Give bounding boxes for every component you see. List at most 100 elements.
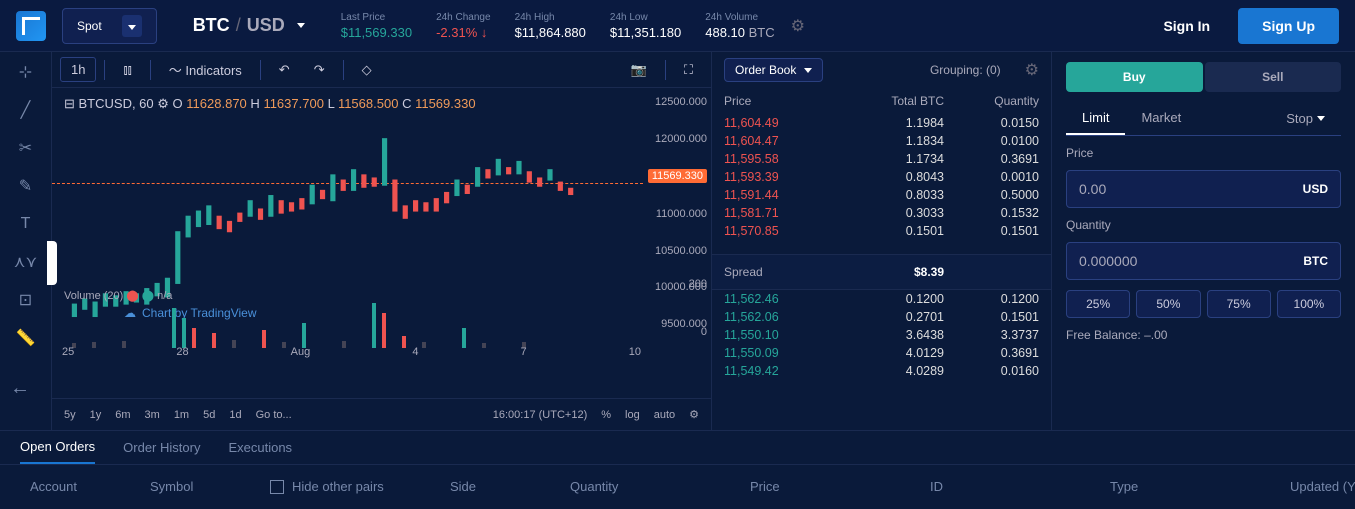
trendline-tool-icon[interactable]: ╱ <box>10 98 42 122</box>
bid-row[interactable]: 11,562.460.12000.1200 <box>712 290 1051 308</box>
volume-bars <box>62 298 622 348</box>
range-1d[interactable]: 1d <box>229 409 241 421</box>
hide-pairs-toggle[interactable]: Hide other pairs <box>270 479 410 494</box>
ask-row[interactable]: 11,604.471.18340.0100 <box>712 132 1051 150</box>
chevron-down-icon <box>804 68 812 73</box>
brush-tool-icon[interactable]: ✎ <box>10 174 42 198</box>
ask-row[interactable]: 11,593.390.80430.0010 <box>712 168 1051 186</box>
tab-order-history[interactable]: Order History <box>123 432 200 463</box>
chart-time: 16:00:17 (UTC+12) <box>493 409 587 421</box>
col-type[interactable]: Type <box>1110 479 1250 494</box>
fullscreen-icon[interactable]: ⛶ <box>674 58 703 82</box>
chart-canvas[interactable]: ⊟ BTCUSD, 60 ⚙ O 11628.870 H 11637.700 L… <box>52 88 711 398</box>
market-mode-selector[interactable]: Spot <box>62 8 157 44</box>
col-updated[interactable]: Updated (YY/MM/DD) <box>1290 479 1355 494</box>
tab-open-orders[interactable]: Open Orders <box>20 431 95 464</box>
last-price-value: $11,569.330 <box>341 25 412 40</box>
ask-row[interactable]: 11,570.850.15010.1501 <box>712 222 1051 240</box>
pattern-tool-icon[interactable]: ⋏⋎ <box>10 250 42 274</box>
col-side[interactable]: Side <box>450 479 530 494</box>
bid-row[interactable]: 11,550.103.64383.3737 <box>712 326 1051 344</box>
chart-footer: 5y 1y 6m 3m 1m 5d 1d Go to... 16:00:17 (… <box>52 398 711 430</box>
high-label: 24h High <box>515 12 586 23</box>
buy-tab[interactable]: Buy <box>1066 62 1203 92</box>
chart-settings-icon[interactable]: ⚙ <box>689 408 699 421</box>
pct-100-button[interactable]: 100% <box>1277 290 1341 318</box>
range-1m[interactable]: 1m <box>174 409 189 421</box>
bid-row[interactable]: 11,550.094.01290.3691 <box>712 344 1051 362</box>
back-arrow-icon[interactable]: ← <box>10 377 30 400</box>
bid-rows: 11,562.460.12000.120011,562.060.27010.15… <box>712 290 1051 430</box>
range-3m[interactable]: 3m <box>145 409 160 421</box>
range-5y[interactable]: 5y <box>64 409 76 421</box>
quantity-unit: BTC <box>1303 254 1328 268</box>
col-id[interactable]: ID <box>930 479 1070 494</box>
signup-button[interactable]: Sign Up <box>1238 8 1339 44</box>
volume-axis: 200 0 <box>647 278 707 338</box>
bid-row[interactable]: 11,562.060.27010.1501 <box>712 308 1051 326</box>
market-tab[interactable]: Market <box>1125 102 1197 135</box>
screenshot-icon[interactable]: 📷 <box>621 58 657 82</box>
chart-ohlc-legend: ⊟ BTCUSD, 60 ⚙ O 11628.870 H 11637.700 L… <box>64 96 476 112</box>
col-account[interactable]: Account <box>30 479 110 494</box>
eraser-icon[interactable]: ◇ <box>352 58 382 82</box>
fib-tool-icon[interactable]: ✂ <box>10 136 42 160</box>
crosshair-tool-icon[interactable]: ⊹ <box>10 60 42 84</box>
grouping-label[interactable]: Grouping: (0) <box>930 63 1001 77</box>
market-mode-label: Spot <box>77 19 102 33</box>
redo-icon[interactable]: ↷ <box>304 58 335 82</box>
limit-tab[interactable]: Limit <box>1066 102 1125 135</box>
log-toggle[interactable]: log <box>625 409 640 421</box>
range-1y[interactable]: 1y <box>90 409 102 421</box>
timeframe-button[interactable]: 1h <box>60 57 96 82</box>
exchange-logo[interactable] <box>16 11 46 41</box>
chevron-down-icon <box>297 23 305 28</box>
pct-75-button[interactable]: 75% <box>1207 290 1271 318</box>
orderbook-selector[interactable]: Order Book <box>724 58 823 82</box>
pair-selector[interactable]: BTC / USD <box>193 15 305 36</box>
indicators-button[interactable]: 〜 Indicators <box>159 56 252 83</box>
time-axis: 2528Aug4710 <box>62 346 641 358</box>
orderbook-columns: PriceTotal BTCQuantity <box>712 88 1051 114</box>
pct-toggle[interactable]: % <box>601 409 611 421</box>
sell-tab[interactable]: Sell <box>1205 62 1342 92</box>
change-label: 24h Change <box>436 12 491 23</box>
orderbook-settings-icon[interactable]: ⚙ <box>1025 60 1039 80</box>
candle-style-icon[interactable]: ⫾⫾ <box>113 58 141 82</box>
header: Spot BTC / USD Last Price $11,569.330 24… <box>0 0 1355 52</box>
col-price[interactable]: Price <box>750 479 890 494</box>
col-quantity[interactable]: Quantity <box>570 479 710 494</box>
text-tool-icon[interactable]: T <box>10 212 42 236</box>
pct-50-button[interactable]: 50% <box>1136 290 1200 318</box>
chart-panel: 1h ⫾⫾ 〜 Indicators ↶ ↷ ◇ 📷 ⛶ ⊟ BTCUSD, 6… <box>52 52 712 430</box>
ask-row[interactable]: 11,591.440.80330.5000 <box>712 186 1051 204</box>
settings-icon[interactable]: ⚙ <box>791 16 805 36</box>
bid-row[interactable]: 11,549.424.02890.0160 <box>712 362 1051 380</box>
ask-row[interactable]: 11,595.581.17340.3691 <box>712 150 1051 168</box>
ask-row[interactable]: 11,604.491.19840.0150 <box>712 114 1051 132</box>
order-form: Buy Sell Limit Market Stop Price USD Qua… <box>1052 52 1355 430</box>
range-6m[interactable]: 6m <box>115 409 130 421</box>
volume-legend: Volume (20) ⬤ ⬤ n/a <box>64 289 172 302</box>
ruler-tool-icon[interactable]: 📏 <box>10 326 42 350</box>
tab-executions[interactable]: Executions <box>228 432 292 463</box>
pair-separator: / <box>236 15 241 36</box>
price-input[interactable] <box>1079 181 1303 197</box>
col-symbol[interactable]: Symbol <box>150 479 230 494</box>
range-5d[interactable]: 5d <box>203 409 215 421</box>
change-value: -2.31% ↓ <box>436 25 491 40</box>
forecast-tool-icon[interactable]: ⊡ <box>10 288 42 312</box>
checkbox-icon[interactable] <box>270 480 284 494</box>
goto-button[interactable]: Go to... <box>256 409 292 421</box>
auto-toggle[interactable]: auto <box>654 409 675 421</box>
free-balance: Free Balance: –.00 <box>1066 328 1341 342</box>
ask-row[interactable]: 11,581.710.30330.1532 <box>712 204 1051 222</box>
chevron-down-icon <box>1317 116 1325 121</box>
quantity-input[interactable] <box>1079 253 1303 269</box>
quote-currency: USD <box>247 15 285 36</box>
undo-icon[interactable]: ↶ <box>269 58 300 82</box>
pct-25-button[interactable]: 25% <box>1066 290 1130 318</box>
signin-button[interactable]: Sign In <box>1147 10 1226 42</box>
orderbook-panel: Order Book Grouping: (0) ⚙ PriceTotal BT… <box>712 52 1052 430</box>
stop-tab[interactable]: Stop <box>1270 102 1341 135</box>
